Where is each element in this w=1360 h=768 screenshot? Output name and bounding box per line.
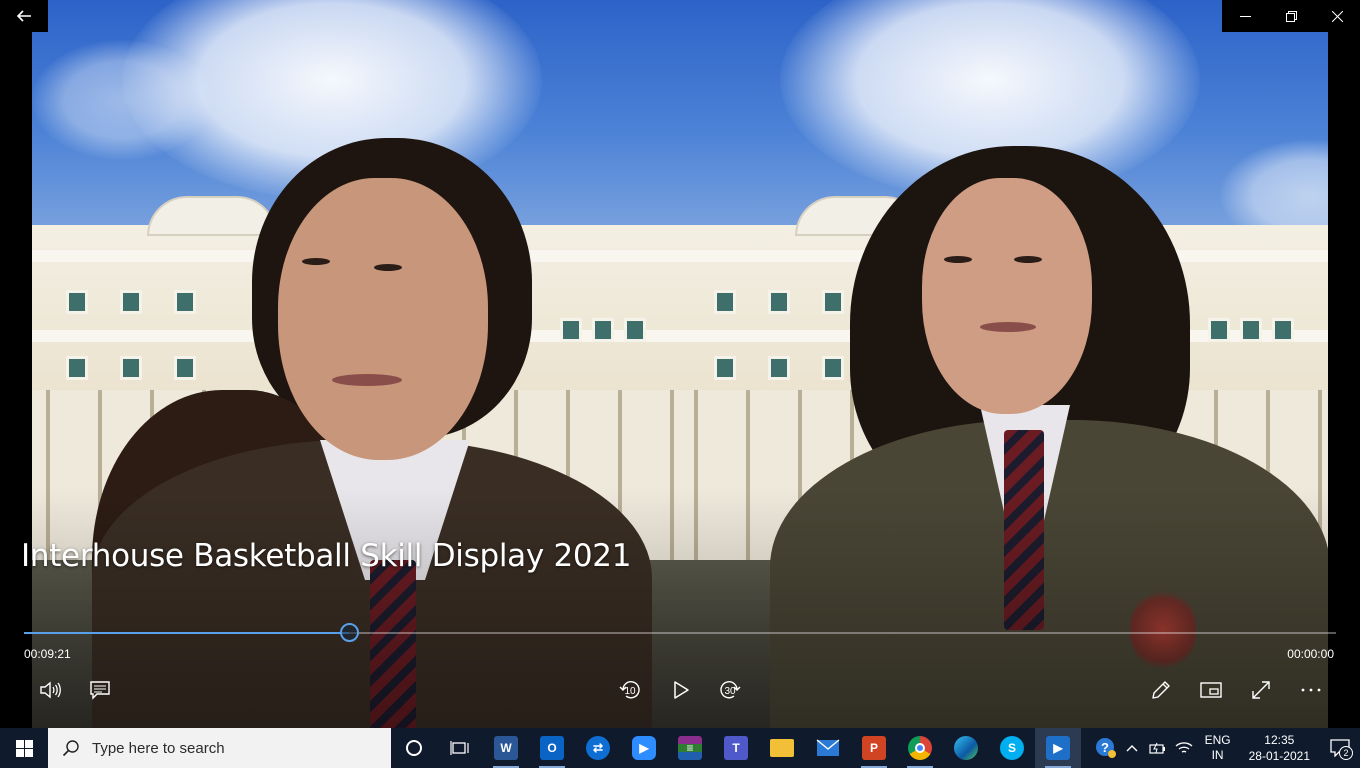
folder-icon <box>770 739 794 757</box>
close-button[interactable] <box>1314 0 1360 32</box>
skip-forward-label: 30 <box>724 686 736 697</box>
clock-date: 28-01-2021 <box>1248 749 1310 763</box>
winrar-icon: ≡ <box>678 736 702 760</box>
taskbar-app-movies-tv[interactable]: ▶ <box>1035 728 1081 768</box>
skype-icon: S <box>1000 736 1024 760</box>
help-tray-button[interactable]: ? <box>1093 728 1119 768</box>
wifi-tray-button[interactable] <box>1171 728 1197 768</box>
close-icon <box>1331 10 1343 22</box>
language-code: ENG <box>1204 733 1231 747</box>
task-view-button[interactable] <box>437 728 483 768</box>
help-icon: ? <box>1095 738 1116 758</box>
teamviewer-icon: ⇄ <box>586 736 610 760</box>
skip-forward-button[interactable]: 30 <box>716 676 744 704</box>
elapsed-time: 00:09:21 <box>24 647 71 661</box>
taskbar-app-zoom[interactable]: ▶ <box>621 728 667 768</box>
battery-tray-button[interactable] <box>1145 728 1171 768</box>
restore-icon <box>1285 10 1297 22</box>
taskbar: Type here to search W O ⇄ ▶ ≡ T P S ▶ ? … <box>0 728 1360 768</box>
skip-back-label: 10 <box>624 686 636 697</box>
captions-button[interactable] <box>86 676 114 704</box>
edge-icon <box>954 736 978 760</box>
mini-view-button[interactable] <box>1197 676 1225 704</box>
taskbar-app-powerpoint[interactable]: P <box>851 728 897 768</box>
clock-button[interactable]: 12:35 28-01-2021 <box>1239 732 1320 764</box>
taskbar-app-chrome[interactable] <box>897 728 943 768</box>
seek-progress <box>24 632 350 634</box>
video-title: Interhouse Basketball Skill Display 2021 <box>21 538 632 574</box>
input-language-button[interactable]: ENG IN <box>1197 733 1239 763</box>
minimize-button[interactable] <box>1222 0 1268 32</box>
play-button[interactable] <box>666 676 694 704</box>
volume-icon <box>40 681 61 699</box>
skip-back-button[interactable]: 10 <box>616 676 644 704</box>
show-hidden-icons-button[interactable] <box>1119 728 1145 768</box>
captions-icon <box>90 681 110 700</box>
teams-icon: T <box>724 736 748 760</box>
windows-logo-icon <box>15 739 33 757</box>
edit-pencil-icon <box>1152 681 1170 699</box>
cortana-icon <box>406 740 422 756</box>
language-region: IN <box>1211 748 1224 762</box>
powerpoint-icon: P <box>862 736 886 760</box>
search-placeholder: Type here to search <box>92 739 225 757</box>
task-view-icon <box>450 741 469 755</box>
mail-icon <box>816 739 840 756</box>
chevron-up-icon <box>1126 745 1138 752</box>
taskbar-search-box[interactable]: Type here to search <box>48 728 391 768</box>
more-options-button[interactable] <box>1297 676 1325 704</box>
taskbar-app-teams[interactable]: T <box>713 728 759 768</box>
taskbar-app-mail[interactable] <box>805 728 851 768</box>
taskbar-app-outlook[interactable]: O <box>529 728 575 768</box>
search-icon <box>62 740 79 757</box>
more-options-icon <box>1301 688 1321 692</box>
word-icon: W <box>494 736 518 760</box>
taskbar-app-winrar[interactable]: ≡ <box>667 728 713 768</box>
notification-count-badge: 2 <box>1339 746 1353 760</box>
window-controls <box>1222 0 1360 32</box>
taskbar-app-word[interactable]: W <box>483 728 529 768</box>
movies-tv-icon: ▶ <box>1046 736 1070 760</box>
minimize-icon <box>1239 15 1251 17</box>
taskbar-app-skype[interactable]: S <box>989 728 1035 768</box>
volume-button[interactable] <box>36 676 64 704</box>
wifi-icon <box>1175 742 1193 753</box>
start-button[interactable] <box>0 728 48 768</box>
edit-button[interactable] <box>1147 676 1175 704</box>
taskbar-app-teamviewer[interactable]: ⇄ <box>575 728 621 768</box>
clock-time: 12:35 <box>1264 733 1295 747</box>
outlook-icon: O <box>540 736 564 760</box>
cortana-button[interactable] <box>391 728 437 768</box>
zoom-icon: ▶ <box>632 736 656 760</box>
remaining-time: 00:00:00 <box>1287 647 1334 661</box>
system-tray: ? ENG IN 12:35 28-01-2021 2 <box>1093 728 1360 768</box>
play-icon <box>674 681 689 699</box>
restore-button[interactable] <box>1268 0 1314 32</box>
back-arrow-icon <box>16 10 31 22</box>
taskbar-app-edge[interactable] <box>943 728 989 768</box>
battery-charging-icon <box>1148 742 1165 754</box>
fullscreen-icon <box>1252 681 1270 699</box>
fullscreen-button[interactable] <box>1247 676 1275 704</box>
svg-text:?: ? <box>1101 740 1109 755</box>
chrome-icon <box>908 736 932 760</box>
mini-view-icon <box>1200 682 1222 698</box>
back-button[interactable] <box>0 0 48 32</box>
video-frame[interactable]: Interhouse Basketball Skill Display 2021… <box>0 0 1360 728</box>
taskbar-app-file-explorer[interactable] <box>759 728 805 768</box>
action-center-button[interactable]: 2 <box>1320 728 1360 768</box>
seek-bar[interactable] <box>24 623 1336 642</box>
